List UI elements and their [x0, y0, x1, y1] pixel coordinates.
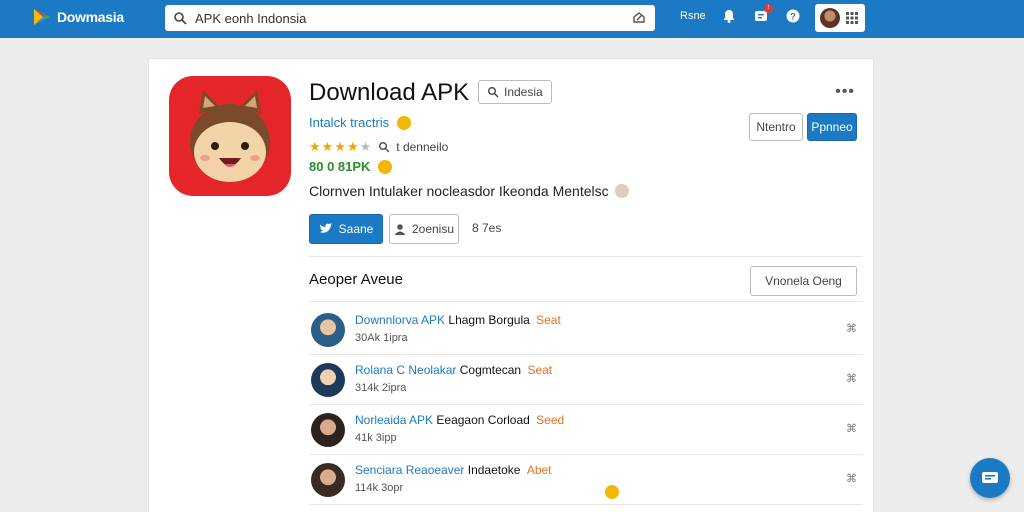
- downloads-line: 80 0 81PK: [309, 159, 393, 174]
- list-item[interactable]: Senciara Reaoeaver Indaetoke Abet 114k 3…: [309, 455, 863, 505]
- list-item-tag: Seat: [536, 313, 561, 327]
- notification-icon[interactable]: !: [752, 4, 773, 25]
- avatar: [311, 463, 345, 497]
- list-item-text: Eeagaon Corload: [436, 413, 530, 427]
- list-item-tag: Seed: [536, 413, 565, 427]
- list-item-tag: Abet: [526, 463, 552, 477]
- twitter-icon: [319, 223, 333, 233]
- list-item[interactable]: Rolana C Neolakar Cogmtecan Seat 314k 2i…: [309, 355, 863, 405]
- app-detail-card: Download APK Indesia ••• Intalck tractri…: [148, 58, 874, 512]
- list-item-title: Senciara Reaoeaver Indaetoke Abet: [355, 463, 552, 477]
- profile-menu[interactable]: [815, 4, 865, 32]
- region-tag[interactable]: Indesia: [478, 80, 552, 104]
- list-item-title: Downnlorva APK Lhagm Borgula Seat: [355, 313, 561, 327]
- top-actions: Rsne ! ?: [680, 4, 802, 25]
- list-item-text: Cogmtecan: [459, 363, 522, 377]
- description-text: Clornven Intulaker nocleasdor Ikeonda Me…: [309, 183, 609, 199]
- apps-grid-icon[interactable]: [846, 12, 858, 24]
- open-external-icon[interactable]: [631, 10, 647, 26]
- row-action-icon[interactable]: ⌘: [846, 322, 857, 335]
- search-input[interactable]: [195, 10, 631, 26]
- list-item-title: Norleaida APK Eeagaon Corload Seed: [355, 413, 564, 427]
- avatar: [311, 413, 345, 447]
- section-title: Aeoper Aveue: [309, 271, 403, 288]
- reviews-label: 2oenisu: [411, 222, 455, 236]
- region-label: Indesia: [504, 85, 543, 99]
- rating-line: ★★★★★ t denneilo: [309, 139, 448, 155]
- divider: [309, 256, 863, 257]
- emoji-icon: [605, 485, 619, 499]
- list-item-text: Lhagm Borgula: [448, 313, 530, 327]
- secondary-action-button[interactable]: Ntentro: [749, 113, 803, 141]
- emoji-icon: [397, 115, 412, 130]
- app-description: Clornven Intulaker nocleasdor Ikeonda Me…: [309, 183, 629, 199]
- play-logo-icon: [34, 9, 50, 25]
- list-item-meta: 41k 3ipp: [355, 432, 397, 444]
- row-action-icon[interactable]: ⌘: [846, 372, 857, 385]
- list-item-link[interactable]: Norleaida APK: [355, 413, 433, 427]
- developer-line: Intalck tractris: [309, 115, 412, 130]
- list-item-link[interactable]: Downnlorva APK: [355, 313, 445, 327]
- star-rating: ★★★★★: [309, 139, 373, 154]
- search-bar[interactable]: [165, 5, 655, 31]
- chat-icon: [982, 472, 998, 483]
- list-item[interactable]: Norleaida APK Eeagaon Corload Seed 41k 3…: [309, 405, 863, 455]
- search-icon: [174, 12, 187, 25]
- bell-icon[interactable]: [720, 7, 738, 25]
- logo[interactable]: Dowmasia: [32, 7, 124, 27]
- divider: [309, 301, 863, 302]
- avatar[interactable]: [820, 8, 840, 28]
- list-item-meta: 30Ak 1ipra: [355, 332, 408, 344]
- avatar: [311, 363, 345, 397]
- avatar: [311, 313, 345, 347]
- emoji-icon: [378, 159, 393, 174]
- brand-name: Dowmasia: [57, 9, 124, 25]
- developer-link[interactable]: Intalck tractris: [309, 115, 389, 130]
- notification-badge: !: [763, 4, 773, 13]
- app-icon: [169, 76, 291, 196]
- section-button[interactable]: Vnonela Oeng: [750, 266, 857, 296]
- chat-fab-button[interactable]: [970, 458, 1010, 498]
- list-item[interactable]: Downnlorva APK Lhagm Borgula Seat 30Ak 1…: [309, 305, 863, 355]
- list-item-title: Rolana C Neolakar Cogmtecan Seat: [355, 363, 552, 377]
- app-list: Downnlorva APK Lhagm Borgula Seat 30Ak 1…: [309, 305, 863, 505]
- list-item-meta: 314k 2ipra: [355, 382, 407, 394]
- user-icon: [394, 224, 406, 235]
- list-item-tag: Seat: [527, 363, 553, 377]
- list-item-text: Indaetoke: [467, 463, 521, 477]
- search-icon: [488, 87, 499, 98]
- stat-text: 8 7es: [472, 221, 502, 235]
- emoji-icon: [614, 184, 629, 198]
- top-bar: Dowmasia Rsne ! ?: [0, 0, 1024, 38]
- list-item-meta: 114k 3opr: [355, 482, 404, 494]
- help-icon[interactable]: ?: [784, 7, 802, 25]
- svg-text:?: ?: [790, 12, 796, 22]
- search-icon[interactable]: [378, 141, 390, 153]
- downloads-count: 80 0 81PK: [309, 159, 371, 174]
- list-item-link[interactable]: Rolana C Neolakar: [355, 363, 456, 377]
- top-link[interactable]: Rsne: [680, 10, 706, 22]
- rating-text: t denneilo: [396, 140, 449, 154]
- app-title: Download APK: [309, 79, 470, 106]
- row-action-icon[interactable]: ⌘: [846, 472, 857, 485]
- list-item-link[interactable]: Senciara Reaoeaver: [355, 463, 464, 477]
- share-button[interactable]: Saane: [309, 214, 383, 244]
- reviews-button[interactable]: 2oenisu: [389, 214, 459, 244]
- more-options-icon[interactable]: •••: [835, 83, 855, 101]
- row-action-icon[interactable]: ⌘: [846, 422, 857, 435]
- share-label: Saane: [338, 222, 374, 236]
- primary-action-button[interactable]: Ppnneo: [807, 113, 857, 141]
